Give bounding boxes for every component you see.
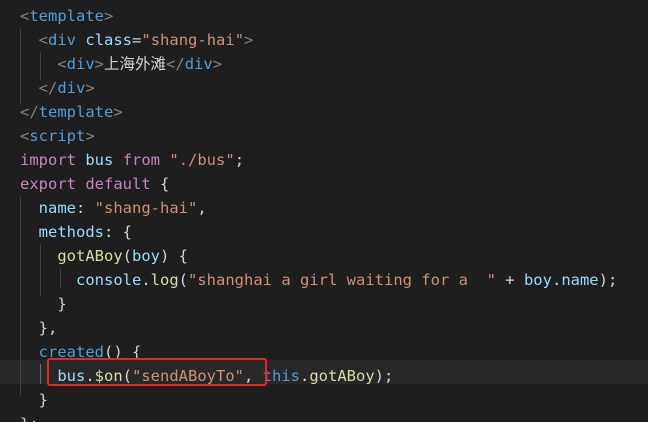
code-token: ( xyxy=(122,247,132,265)
code-line[interactable]: name: "shang-hai", xyxy=(20,196,207,220)
code-line[interactable]: </div> xyxy=(20,76,95,100)
code-line[interactable]: gotABoy(boy) { xyxy=(20,244,188,268)
code-token: , xyxy=(197,199,207,217)
code-token: default xyxy=(85,175,151,193)
code-token: < xyxy=(57,55,67,73)
code-token: > xyxy=(113,103,123,121)
code-token: > xyxy=(85,127,95,145)
code-token: > xyxy=(244,31,254,49)
code-token: 上海外滩 xyxy=(104,55,167,73)
code-token: this xyxy=(262,367,300,385)
code-token: name xyxy=(561,271,599,289)
code-token: : { xyxy=(104,223,132,241)
code-token: export xyxy=(20,175,76,193)
red-annotation-box xyxy=(47,358,267,386)
code-line[interactable]: import bus from "./bus"; xyxy=(20,148,244,172)
code-token: } xyxy=(20,295,67,313)
code-token: ); xyxy=(598,271,618,289)
code-token: class xyxy=(85,31,133,49)
code-token: }; xyxy=(20,415,39,422)
code-token: </ xyxy=(166,55,185,73)
code-line[interactable]: </template> xyxy=(20,100,123,124)
code-token: boy xyxy=(132,247,160,265)
code-token: > xyxy=(94,55,105,73)
code-token: ) { xyxy=(160,247,188,265)
code-line[interactable]: }; xyxy=(20,412,39,422)
code-editor[interactable]: <template> <div class="shang-hai"> <div>… xyxy=(0,0,648,422)
code-token: > xyxy=(85,79,95,97)
code-token: . xyxy=(551,271,562,289)
code-token: "shang-hai" xyxy=(141,31,245,49)
code-token: < xyxy=(20,7,30,25)
code-token: < xyxy=(20,127,30,145)
code-line[interactable]: } xyxy=(20,388,48,412)
code-token: template xyxy=(29,7,104,25)
code-token: ); xyxy=(374,367,394,385)
code-token: div xyxy=(66,55,95,73)
code-token: methods xyxy=(38,223,104,241)
code-token: log xyxy=(150,271,179,289)
code-token: . xyxy=(141,271,151,289)
code-token: import xyxy=(20,151,76,169)
code-token: : xyxy=(76,199,95,217)
code-token: div xyxy=(57,79,86,97)
code-token: }, xyxy=(20,319,58,337)
code-token: . xyxy=(300,367,310,385)
code-token: div xyxy=(184,55,213,73)
code-token: script xyxy=(29,127,86,145)
code-token: boy xyxy=(523,271,552,289)
code-line[interactable]: console.log("shanghai a girl waiting for… xyxy=(20,268,617,292)
code-token: + xyxy=(495,271,524,289)
code-line[interactable]: export default { xyxy=(20,172,169,196)
code-token: > xyxy=(104,7,114,25)
code-token: > xyxy=(212,55,223,73)
code-token: gotABoy xyxy=(57,247,123,265)
code-token: name xyxy=(38,199,76,217)
code-token: from xyxy=(122,151,161,169)
code-token: "shanghai a girl waiting for a " xyxy=(188,271,496,289)
code-token: template xyxy=(38,103,114,121)
code-line[interactable]: }, xyxy=(20,316,58,340)
code-token: } xyxy=(20,391,48,409)
code-token: div xyxy=(48,31,77,49)
code-line[interactable]: methods: { xyxy=(20,220,132,244)
code-token: = xyxy=(132,31,142,49)
code-token: bus xyxy=(85,151,114,169)
code-token: "shang-hai" xyxy=(94,199,198,217)
code-token: ( xyxy=(178,271,189,289)
code-line[interactable]: <script> xyxy=(20,124,95,148)
code-token: gotABoy xyxy=(309,367,375,385)
code-token: ; xyxy=(234,151,245,169)
code-line[interactable]: <template> xyxy=(20,4,113,28)
code-token: { xyxy=(150,175,170,193)
code-token: </ xyxy=(20,103,39,121)
code-token: "./bus" xyxy=(169,151,235,169)
code-line[interactable]: <div class="shang-hai"> xyxy=(20,28,254,52)
code-token: < xyxy=(38,31,49,49)
code-token: </ xyxy=(38,79,58,97)
code-line[interactable]: } xyxy=(20,292,67,316)
code-token: console xyxy=(76,271,142,289)
code-line[interactable]: <div>上海外滩</div> xyxy=(20,52,222,76)
